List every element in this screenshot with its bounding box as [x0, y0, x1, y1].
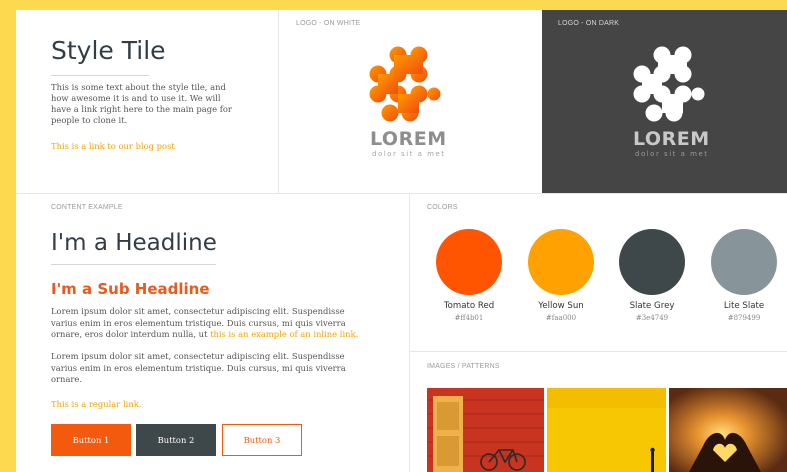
- logo-wordmark: LOREM: [370, 128, 447, 150]
- style-tile-description: This is some text about the style tile, …: [51, 82, 232, 125]
- swatch-lite-slate: [711, 229, 777, 295]
- swatch-hex: #3e4749: [635, 314, 669, 322]
- images-patterns-caption: IMAGES / PATTERNS: [427, 363, 500, 370]
- image-red-wall-bicycle: [427, 388, 544, 472]
- swatch-name: Slate Grey: [629, 301, 675, 311]
- paragraph-2: Lorem ipsum dolor sit amet, consectetur …: [51, 351, 346, 384]
- content-example-caption: CONTENT EXAMPLE: [51, 204, 123, 211]
- title-underline: [51, 75, 149, 76]
- swatch-name: Lite Slate: [723, 301, 765, 311]
- logo-on-dark-caption: LOGO - ON DARK: [558, 20, 620, 27]
- swatch-yellow-sun: [528, 229, 594, 295]
- style-tile-sheet: Style Tile This is some text about the s…: [16, 10, 787, 472]
- swatch-hex: #faa000: [545, 314, 577, 322]
- inline-link[interactable]: this is an example of an inline link.: [210, 329, 358, 339]
- style-tile-title: Style Tile: [51, 36, 166, 65]
- button-2[interactable]: Button 2: [136, 424, 216, 456]
- swatch-tomato-red: [436, 229, 502, 295]
- divider: [409, 351, 787, 352]
- logo-wordmark-dark: LOREM: [633, 128, 710, 150]
- logo-tagline-dark: dolor sit a met: [635, 150, 709, 158]
- colors-caption: COLORS: [427, 204, 458, 211]
- button-3[interactable]: Button 3: [222, 424, 302, 456]
- blog-post-link[interactable]: This is a link to our blog post: [51, 141, 175, 151]
- swatch-hex: #879499: [727, 314, 761, 322]
- image-heart-hands-sunset: [669, 388, 787, 472]
- regular-link[interactable]: This is a regular link.: [51, 399, 141, 409]
- swatch-name: Yellow Sun: [538, 301, 584, 311]
- lorem-logo-mark-white: [633, 46, 705, 122]
- swatch-hex: #ff4b01: [454, 314, 484, 322]
- button-1[interactable]: Button 1: [51, 424, 131, 456]
- lorem-logo-mark-orange: [369, 46, 441, 122]
- headline-underline: [51, 264, 216, 265]
- logo-tagline: dolor sit a met: [372, 150, 446, 158]
- divider: [16, 193, 787, 194]
- divider: [409, 193, 410, 472]
- swatch-slate-grey: [619, 229, 685, 295]
- image-yellow-silhouette: [547, 388, 666, 472]
- divider: [278, 10, 279, 193]
- headline: I'm a Headline: [51, 230, 217, 256]
- logo-on-white-caption: LOGO - ON WHITE: [296, 20, 361, 27]
- swatch-name: Tomato Red: [443, 301, 495, 311]
- paragraph-1: Lorem ipsum dolor sit amet, consectetur …: [51, 306, 371, 341]
- sub-headline: I'm a Sub Headline: [51, 280, 210, 298]
